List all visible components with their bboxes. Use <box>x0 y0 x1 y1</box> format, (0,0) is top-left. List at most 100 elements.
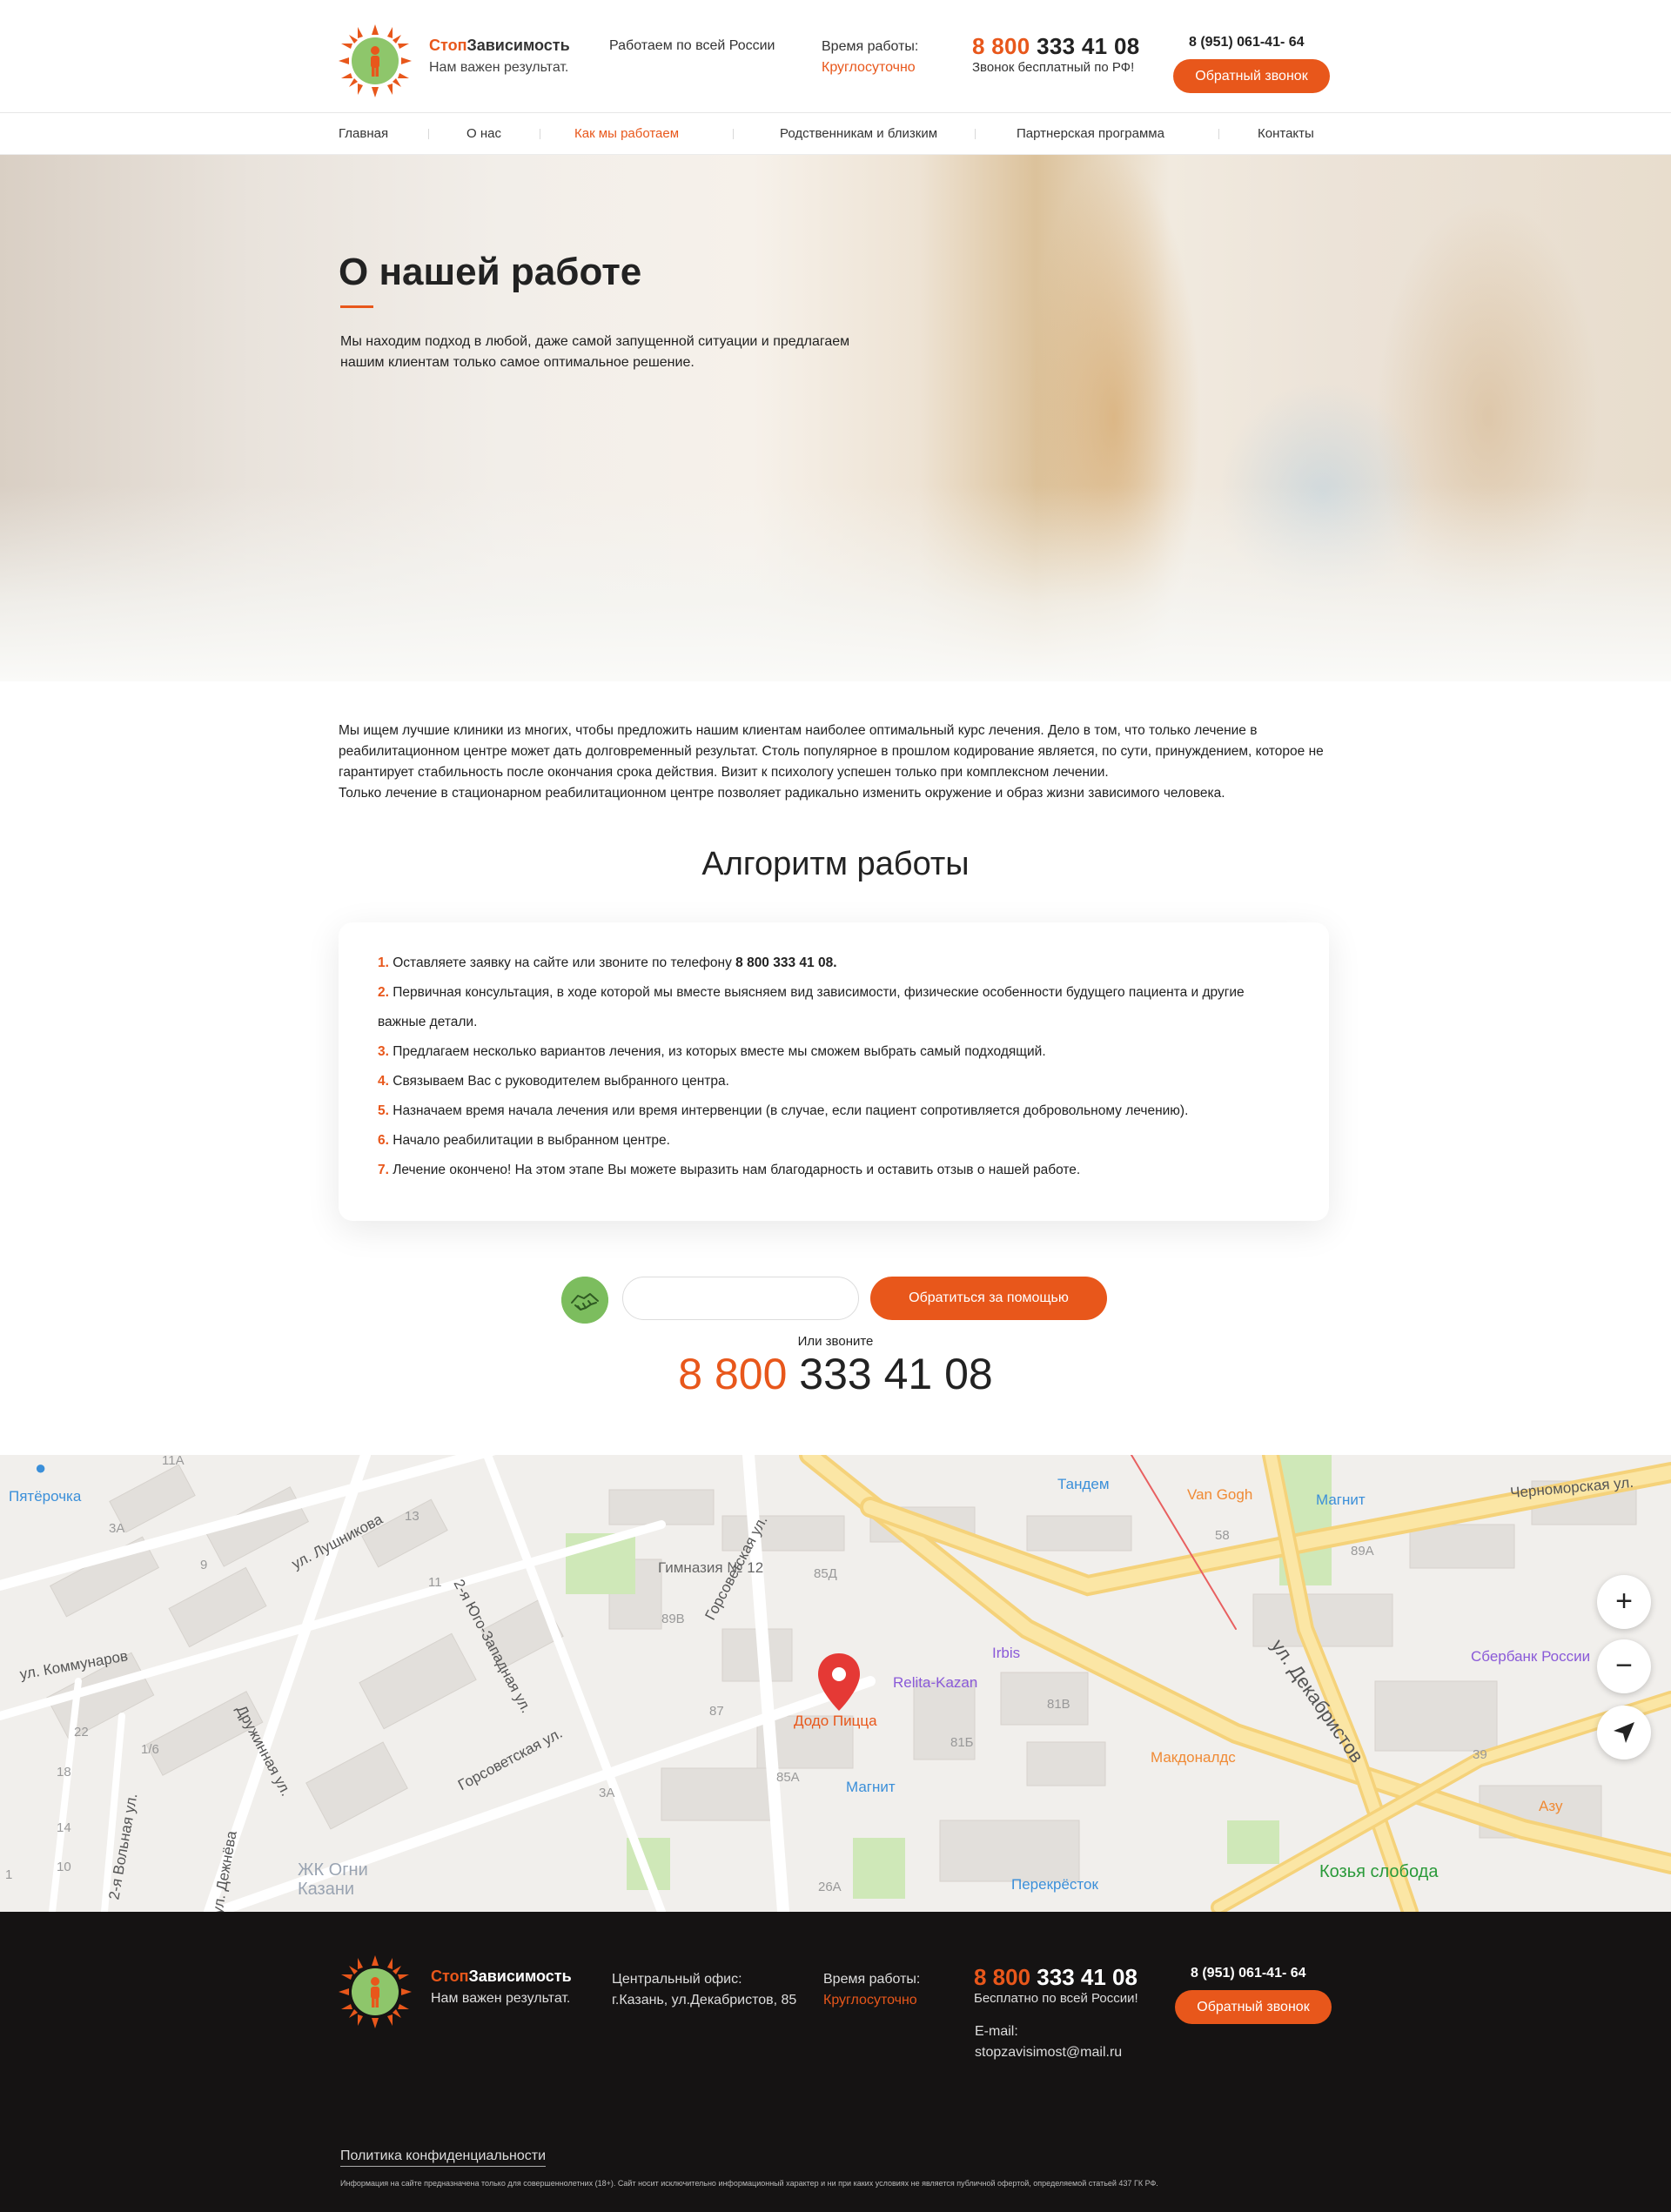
map-poi-label[interactable]: Перекрёсток <box>1011 1876 1098 1894</box>
zoom-out-button[interactable]: − <box>1597 1639 1651 1693</box>
algorithm-step: 5. Назначаем время начала лечения или вр… <box>378 1103 1189 1118</box>
footer-phone[interactable]: 8 800 333 41 08 Бесплатно по всей России… <box>974 1964 1138 2006</box>
callback-button[interactable]: Обратный звонок <box>1173 59 1330 93</box>
hero-background-floor <box>0 486 1671 681</box>
map-house-number: 11 <box>428 1575 442 1590</box>
map-house-number: 3А <box>599 1786 615 1800</box>
map-poi-label[interactable]: Пятёрочка <box>9 1488 81 1505</box>
hero-description: Мы находим подход в любой, даже самой за… <box>340 334 850 370</box>
office-label: Центральный офис: <box>612 1972 742 1987</box>
map-poi-label[interactable]: Сбербанк России <box>1471 1648 1590 1666</box>
hours-value: Круглосуточно <box>823 1993 917 2008</box>
map-house-number: 81В <box>1047 1697 1070 1712</box>
hours-value: Круглосуточно <box>822 60 916 75</box>
map-poi-label[interactable]: Магнит <box>1316 1491 1366 1509</box>
office-address: Центральный офис: г.Казань, ул.Декабрист… <box>612 1969 796 2011</box>
nav-item-contacts[interactable]: Контакты <box>1258 126 1314 141</box>
footer-brand[interactable]: СтопЗависимость Нам важен результат. <box>431 1967 572 2007</box>
location-pin-icon[interactable] <box>815 1652 863 1713</box>
phone-input[interactable] <box>622 1277 859 1320</box>
geolocation-button[interactable] <box>1597 1706 1651 1760</box>
nav-separator <box>1218 129 1219 139</box>
region-text: Работаем по всей России <box>609 38 775 53</box>
map-house-number: 39 <box>1473 1747 1487 1762</box>
map-house-number: 10 <box>57 1860 71 1874</box>
map-house-number: 13 <box>405 1509 419 1524</box>
intro-paragraph: Только лечение в стационарном реабилитац… <box>339 786 1225 801</box>
map-house-number: 3А <box>109 1521 125 1536</box>
map-poi-label[interactable]: Козья слобода <box>1319 1862 1438 1882</box>
map-poi-label[interactable]: Van Gogh <box>1187 1486 1252 1504</box>
header-phone[interactable]: 8 800 333 41 08 Звонок бесплатный по РФ! <box>972 33 1139 75</box>
nav-item-how-we-work[interactable]: Как мы работаем <box>574 126 679 141</box>
map-house-number: 11А <box>162 1455 185 1468</box>
page-title: О нашей работе <box>339 251 642 293</box>
nav-item-partners[interactable]: Партнерская программа <box>1017 126 1164 141</box>
main-nav: Главная О нас Как мы работаем Родственни… <box>0 113 1671 155</box>
map-house-number: 81Б <box>950 1735 974 1750</box>
intro-paragraph: Мы ищем лучшие клиники из многих, чтобы … <box>339 723 1324 780</box>
brand-slogan: Нам важен результат. <box>431 1991 571 2006</box>
nav-separator <box>975 129 976 139</box>
working-hours: Время работы: Круглосуточно <box>822 37 918 78</box>
get-help-button[interactable]: Обратиться за помощью <box>870 1277 1107 1320</box>
map-poi-label[interactable]: Азу <box>1539 1798 1562 1815</box>
nav-item-relatives[interactable]: Родственникам и близким <box>780 126 937 141</box>
map-house-number: 18 <box>57 1765 71 1780</box>
map-house-number: 9 <box>200 1558 208 1572</box>
logo-sun-icon[interactable] <box>339 1955 412 2028</box>
or-call-text: Или звоните <box>797 1334 874 1349</box>
map-house-number: 89А <box>1351 1544 1374 1558</box>
nav-item-about[interactable]: О нас <box>466 126 501 141</box>
location-map[interactable]: ул. Лушникова 2-я Юго-Западная ул. ул. К… <box>0 1455 1671 1912</box>
map-house-number: 58 <box>1215 1528 1230 1543</box>
map-poi-label[interactable]: Тандем <box>1057 1476 1110 1493</box>
zoom-in-button[interactable]: + <box>1597 1575 1651 1629</box>
hours-label: Время работы: <box>823 1972 921 1987</box>
brand-slogan: Нам важен результат. <box>429 60 569 75</box>
algorithm-step: 4. Связываем Вас с руководителем выбранн… <box>378 1074 729 1089</box>
algorithm-step: 6. Начало реабилитации в выбранном центр… <box>378 1133 670 1148</box>
map-house-number: 14 <box>57 1820 71 1835</box>
map-poi-label[interactable]: Магнит <box>846 1779 896 1796</box>
header-phone-secondary[interactable]: 8 (951) 061-41- 64 <box>1189 35 1305 50</box>
footer-callback-button[interactable]: Обратный звонок <box>1175 1990 1332 2024</box>
phone-number[interactable]: 8 800 333 41 08 <box>972 33 1139 60</box>
map-poi-label[interactable]: ЖК Огни Казани <box>298 1860 393 1899</box>
footer-phone-secondary[interactable]: 8 (951) 061-41- 64 <box>1191 1966 1306 1981</box>
nav-separator <box>733 129 734 139</box>
hours-label: Время работы: <box>822 39 919 54</box>
map-poi-label[interactable]: Макдоналдс <box>1151 1749 1236 1766</box>
privacy-policy-link[interactable]: Политика конфиденциальности <box>340 2148 547 2167</box>
legal-disclaimer: Информация на сайте предназначена только… <box>340 2179 1158 2188</box>
footer-email: E-mail: stopzavisimost@mail.ru <box>975 2021 1122 2063</box>
map-poi-label[interactable]: Гимназия № 12 <box>658 1559 763 1577</box>
office-value: г.Казань, ул.Декабристов, 85 <box>612 1993 797 2008</box>
hero-banner: О нашей работе Мы находим подход в любой… <box>0 155 1671 681</box>
phone-note: Звонок бесплатный по РФ! <box>972 60 1135 75</box>
brand-name: СтопЗависимость <box>431 1967 572 1985</box>
site-footer: СтопЗависимость Нам важен результат. Цен… <box>0 1912 1671 2212</box>
title-underline <box>340 305 373 308</box>
intro-text: Мы ищем лучшие клиники из многих, чтобы … <box>339 721 1331 804</box>
map-poi-label[interactable]: Relita-Kazan <box>893 1674 977 1692</box>
nav-item-home[interactable]: Главная <box>339 126 388 141</box>
map-poi-label[interactable]: Додо Пицца <box>794 1713 877 1730</box>
working-hours: Время работы: Круглосуточно <box>823 1969 920 2011</box>
brand[interactable]: СтопЗависимость Нам важен результат. <box>429 37 570 76</box>
big-phone-number[interactable]: 8 800 333 41 08 <box>0 1349 1671 1399</box>
map-house-number: 22 <box>74 1725 89 1739</box>
handshake-icon <box>561 1277 608 1324</box>
algorithm-step: 7. Лечение окончено! На этом этапе Вы мо… <box>378 1163 1081 1177</box>
logo-sun-icon[interactable] <box>339 24 412 97</box>
map-house-number: 1 <box>5 1867 13 1882</box>
map-poi-icon[interactable]: ● <box>35 1457 46 1479</box>
map-poi-label[interactable]: Irbis <box>992 1645 1020 1662</box>
email-label: E-mail: <box>975 2024 1018 2039</box>
map-house-number: 1/6 <box>141 1742 159 1757</box>
email-link[interactable]: stopzavisimost@mail.ru <box>975 2042 1122 2063</box>
phone-number[interactable]: 8 800 333 41 08 <box>974 1964 1138 1991</box>
map-house-number: 89В <box>661 1612 685 1626</box>
site-header: СтопЗависимость Нам важен результат. Раб… <box>0 0 1671 113</box>
map-house-number: 85А <box>776 1770 800 1785</box>
